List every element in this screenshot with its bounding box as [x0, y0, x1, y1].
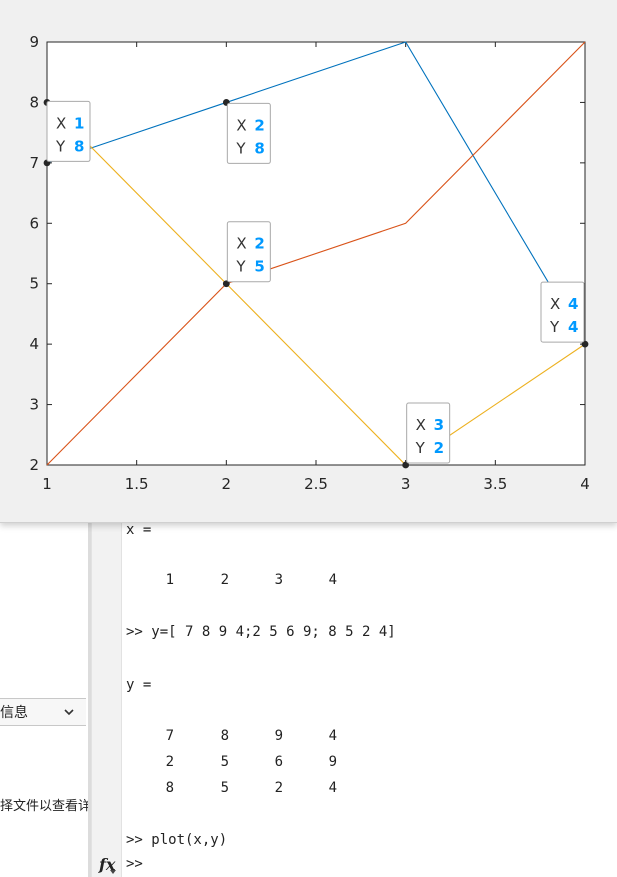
y-value: 4	[328, 728, 337, 744]
x-tick-label: 4	[580, 475, 590, 493]
y-value: 8	[220, 728, 229, 744]
command-prompt[interactable]: >>	[126, 856, 143, 872]
details-header[interactable]: 信息	[0, 698, 86, 726]
y-value: 9	[274, 728, 283, 744]
datatip-y-value: 8	[254, 139, 264, 157]
y-tick-label: 8	[29, 93, 39, 111]
x-value: 1	[165, 572, 174, 588]
datatip-x-value: 2	[254, 235, 264, 253]
datatip-x-value: 1	[74, 114, 84, 132]
x-value: 3	[274, 572, 283, 588]
y-tick-label: 2	[29, 456, 39, 474]
datatip-y-key: Y	[235, 139, 246, 157]
datatip-x-key: X	[56, 114, 66, 132]
y-tick-label: 9	[29, 33, 39, 51]
datatip-y-value: 2	[434, 439, 444, 457]
chevron-down-icon[interactable]	[62, 705, 76, 719]
command-window-gutter	[91, 522, 122, 877]
datatip-y-key: Y	[55, 137, 66, 155]
datatip-y-key: Y	[235, 258, 246, 276]
datatip-x-key: X	[236, 235, 246, 253]
y-value: 7	[165, 728, 174, 744]
datatip-y-key: Y	[549, 318, 560, 336]
y-value: 4	[328, 780, 337, 796]
y-value: 2	[274, 780, 283, 796]
x-tick-label: 1.5	[125, 475, 149, 493]
datatip[interactable]: X 4Y 4	[540, 281, 585, 343]
y-value: 9	[328, 754, 337, 770]
output-y-label: y =	[126, 677, 152, 693]
y-value: 6	[274, 754, 283, 770]
y-tick-label: 4	[29, 335, 39, 353]
x-tick-label: 2	[222, 475, 232, 493]
datatip-y-key: Y	[415, 439, 426, 457]
datatip-x-key: X	[416, 416, 426, 434]
select-file-hint: 择文件以查看详	[0, 799, 88, 814]
datatip-y-value: 4	[568, 318, 578, 336]
datatip[interactable]: X 1Y 8	[46, 100, 91, 162]
chevron-down-icon[interactable]	[110, 870, 116, 874]
datatip[interactable]: X 2Y 5	[226, 221, 271, 283]
y-value: 2	[165, 754, 174, 770]
y-value: 5	[220, 754, 229, 770]
datatip-x-key: X	[236, 116, 246, 134]
command-plot: >> plot(x,y)	[126, 832, 228, 848]
x-value: 4	[328, 572, 337, 588]
y-tick-label: 6	[29, 214, 39, 232]
y-tick-label: 3	[29, 396, 39, 414]
datatip-x-value: 4	[568, 295, 578, 313]
command-y-assign: >> y=[ 7 8 9 4;2 5 6 9; 8 5 2 4]	[126, 624, 396, 640]
datatip-x-key: X	[550, 295, 560, 313]
datatip-x-value: 3	[434, 416, 444, 434]
x-tick-label: 3.5	[483, 475, 507, 493]
figure-window: 23456789 1 1.5 2 2.5 3 3.5 4 X1Y8X2Y8X2Y5X3Y2X…	[0, 0, 617, 523]
datatip-y-value: 8	[74, 137, 84, 155]
output-x-label: x =	[126, 522, 152, 538]
datatip[interactable]: X 2Y 8	[226, 102, 271, 164]
command-window[interactable]: x = 1 2 3 4 >> y=[ 7 8 9 4;2 5 6 9; 8 5 …	[122, 522, 617, 877]
datatip-y-value: 5	[254, 258, 264, 276]
x-value: 2	[220, 572, 229, 588]
y-value: 5	[220, 780, 229, 796]
y-tick-label: 7	[29, 154, 39, 172]
line-plot[interactable]: 23456789 1 1.5 2 2.5 3 3.5 4 X 1Y 8X 2Y 8X 2Y 5X 3Y 2X…	[0, 0, 617, 522]
x-tick-label: 2.5	[304, 475, 328, 493]
details-label: 信息	[0, 705, 28, 721]
datatip[interactable]: X 3Y 2	[406, 402, 451, 464]
y-value: 8	[165, 780, 174, 796]
datatip-x-value: 2	[254, 116, 264, 134]
y-tick-label: 5	[29, 275, 39, 293]
x-tick-label: 1	[42, 475, 52, 493]
x-tick-label: 3	[401, 475, 411, 493]
